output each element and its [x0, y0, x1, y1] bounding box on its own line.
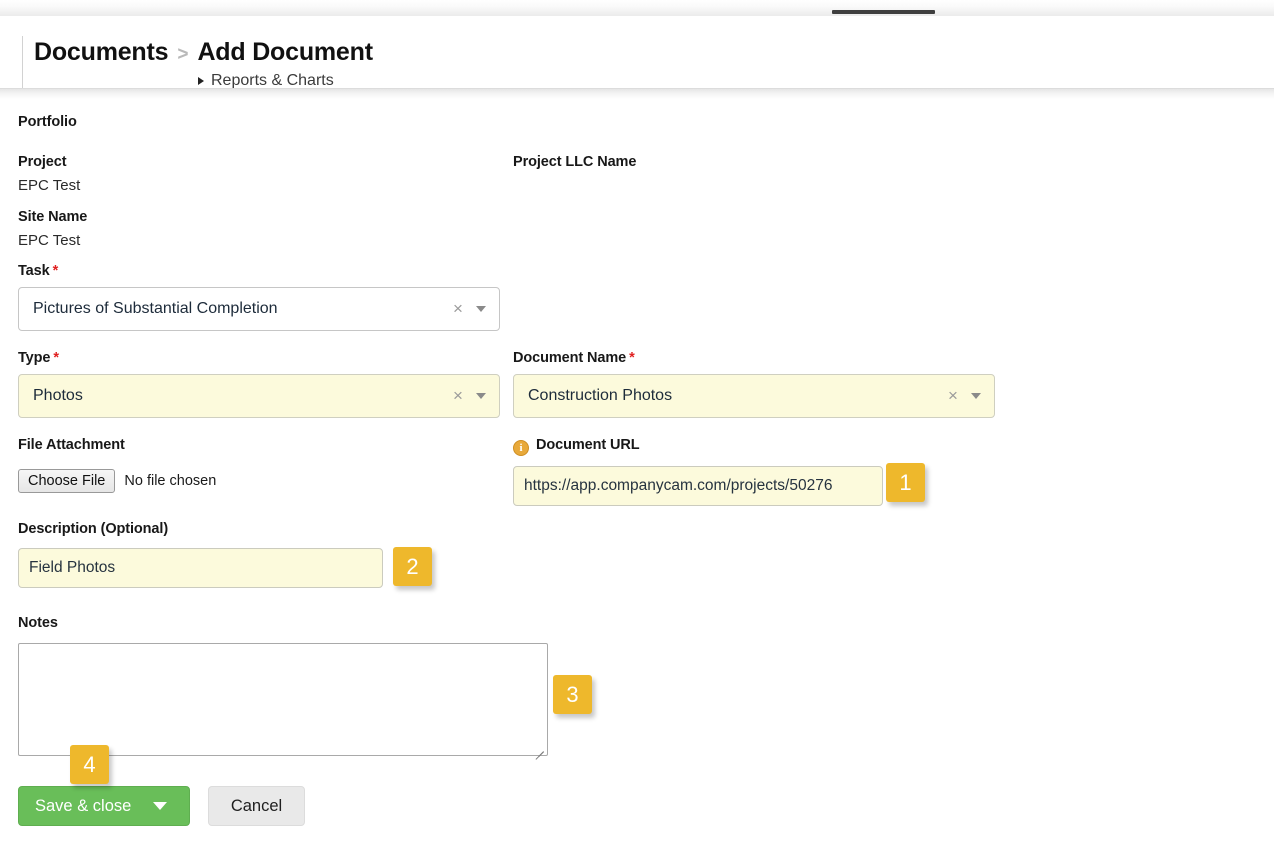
project-value: EPC Test	[18, 177, 81, 194]
notes-label: Notes	[18, 615, 58, 631]
breadcrumb-left-divider	[22, 36, 23, 92]
header-drop-shadow	[0, 89, 1274, 99]
task-select[interactable]: Pictures of Substantial Completion ×	[18, 287, 500, 331]
description-label: Description (Optional)	[18, 521, 169, 537]
breadcrumb-link-documents[interactable]: Documents	[34, 38, 169, 67]
document-name-select[interactable]: Construction Photos ×	[513, 374, 995, 418]
cancel-button[interactable]: Cancel	[208, 786, 305, 826]
task-label: Task *	[18, 263, 500, 279]
document-url-label: i Document URL	[513, 437, 883, 456]
document-name-label: Document Name *	[513, 350, 995, 366]
type-select[interactable]: Photos ×	[18, 374, 500, 418]
chevron-down-icon[interactable]	[476, 393, 486, 399]
breadcrumb-separator-icon: >	[177, 44, 189, 65]
field-project-llc-name: Project LLC Name	[513, 154, 636, 177]
triangle-right-icon	[198, 77, 204, 85]
resize-handle-icon[interactable]	[533, 741, 545, 760]
page-header: Documents > Add Document Reports & Chart…	[0, 16, 1274, 92]
form-actions: Save & close Cancel	[18, 786, 305, 826]
portfolio-label: Portfolio	[18, 114, 77, 130]
type-required-asterisk: *	[53, 350, 59, 366]
clear-icon[interactable]: ×	[946, 387, 960, 404]
breadcrumb: Documents > Add Document	[34, 38, 373, 67]
annotation-badge-4: 4	[70, 745, 109, 784]
field-type: Type * Photos ×	[18, 350, 500, 418]
save-and-close-button[interactable]: Save & close	[18, 786, 190, 826]
choose-file-button[interactable]: Choose File	[18, 469, 116, 493]
project-label: Project	[18, 154, 67, 170]
file-chosen-status: No file chosen	[124, 473, 217, 489]
task-selected-value: Pictures of Substantial Completion	[33, 300, 278, 317]
file-attachment-label: File Attachment	[18, 437, 125, 453]
field-portfolio: Portfolio	[18, 114, 77, 130]
type-label: Type *	[18, 350, 500, 366]
add-document-form: Portfolio Project EPC Test Project LLC N…	[0, 99, 1274, 849]
file-input[interactable]: Choose File No file chosen	[18, 469, 216, 493]
chevron-down-icon[interactable]	[971, 393, 981, 399]
document-url-input[interactable]: https://app.companycam.com/projects/5027…	[513, 466, 883, 506]
site-name-value: EPC Test	[18, 232, 81, 249]
type-selected-value: Photos	[33, 387, 83, 404]
field-task: Task * Pictures of Substantial Completion…	[18, 263, 500, 331]
task-required-asterisk: *	[52, 263, 59, 279]
clear-icon[interactable]: ×	[451, 300, 465, 317]
notes-textarea[interactable]	[18, 643, 548, 760]
cancel-label: Cancel	[230, 796, 283, 815]
chevron-down-icon[interactable]	[476, 306, 486, 312]
field-file-attachment: File Attachment Choose File No file chos…	[18, 437, 216, 493]
clear-icon[interactable]: ×	[451, 387, 465, 404]
document-name-selected-value: Construction Photos	[528, 387, 673, 404]
document-name-required-asterisk: *	[629, 350, 635, 366]
document-url-label-text: Document URL	[536, 437, 640, 453]
document-name-label-text: Document Name	[513, 350, 627, 366]
field-description: Description (Optional) Field Photos	[18, 521, 383, 588]
document-url-value: https://app.companycam.com/projects/5027…	[524, 477, 833, 494]
chevron-down-icon[interactable]	[153, 802, 167, 810]
site-name-label: Site Name	[18, 209, 88, 225]
annotation-badge-3: 3	[553, 675, 592, 714]
browser-top-strip	[0, 0, 1274, 16]
type-label-text: Type	[18, 350, 51, 366]
field-document-name: Document Name * Construction Photos ×	[513, 350, 995, 418]
annotation-badge-2: 2	[393, 547, 432, 586]
field-notes: Notes	[18, 615, 548, 760]
annotation-badge-1: 1	[886, 463, 925, 502]
save-and-close-label: Save & close	[35, 796, 132, 815]
field-project: Project EPC Test	[18, 154, 80, 194]
description-value: Field Photos	[29, 559, 116, 576]
project-llc-name-label: Project LLC Name	[513, 154, 637, 170]
task-label-text: Task	[18, 263, 50, 279]
active-tab-indicator[interactable]	[832, 10, 935, 14]
field-site-name: Site Name EPC Test	[18, 209, 87, 249]
page-title: Add Document	[197, 38, 373, 66]
info-icon[interactable]: i	[513, 440, 529, 456]
description-input[interactable]: Field Photos	[18, 548, 383, 588]
field-document-url: i Document URL https://app.companycam.com…	[513, 437, 883, 506]
